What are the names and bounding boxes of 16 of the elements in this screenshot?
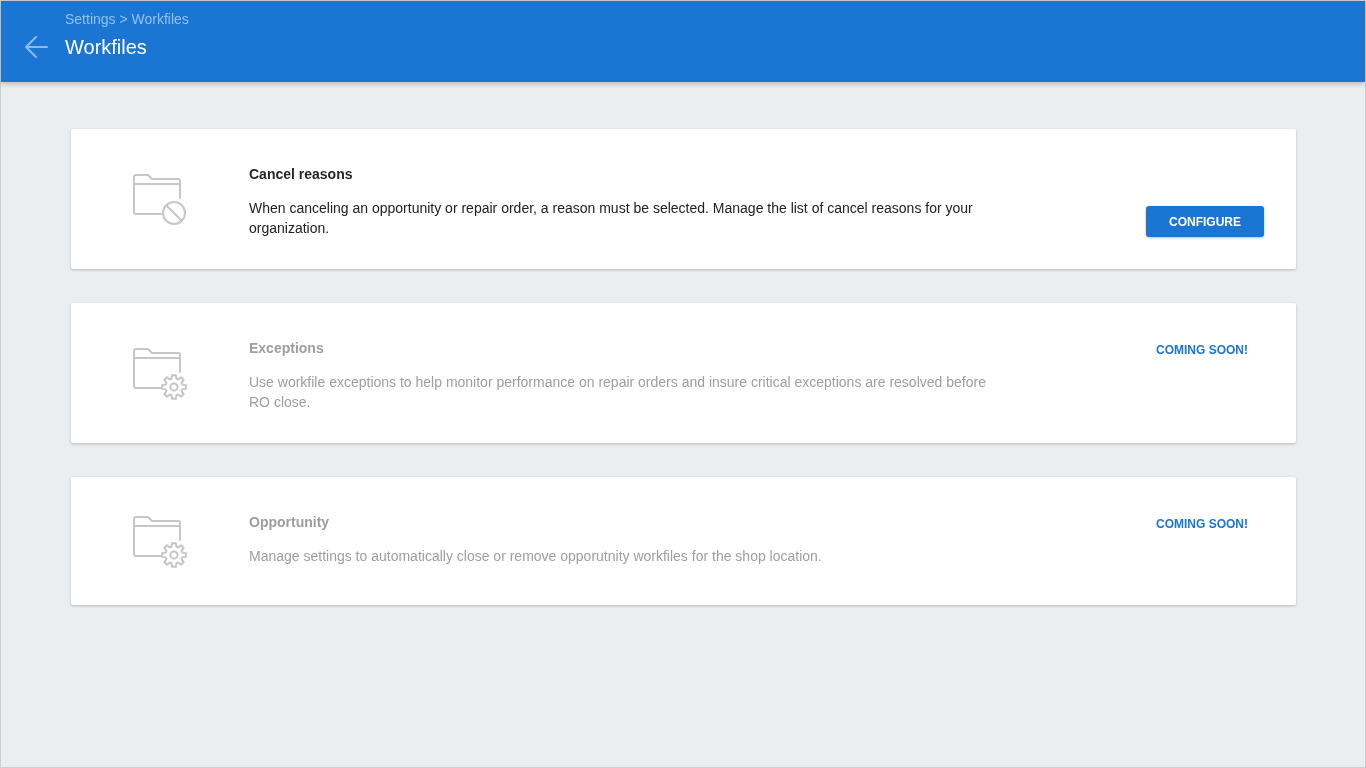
coming-soon-label: COMING SOON! bbox=[1155, 342, 1249, 359]
card-description: Use workfile exceptions to help monitor performance on repair orders and insure critical exceptions are resolved before RO close. bbox=[249, 373, 987, 412]
back-button[interactable] bbox=[24, 35, 48, 59]
card-title: Exceptions bbox=[249, 339, 324, 358]
card-description: Manage settings to automatically close or remove opporutnity workfiles for the shop location. bbox=[249, 547, 822, 566]
card-description: When canceling an opportunity or repair order, a reason must be selected. Manage the list of cancel reasons for your organization. bbox=[249, 199, 974, 238]
coming-soon-label: COMING SOON! bbox=[1155, 516, 1249, 533]
page-title: Workfiles bbox=[65, 35, 147, 60]
card-title: Cancel reasons bbox=[249, 165, 353, 184]
folder-gear-icon bbox=[133, 347, 187, 400]
folder-prohibited-icon bbox=[133, 173, 187, 226]
configure-button[interactable]: CONFIGURE bbox=[1146, 206, 1264, 237]
card-title: Opportunity bbox=[249, 513, 330, 532]
back-arrow-icon bbox=[24, 35, 48, 59]
folder-gear-icon bbox=[133, 515, 187, 568]
breadcrumb: Settings > Workfiles bbox=[65, 10, 189, 29]
